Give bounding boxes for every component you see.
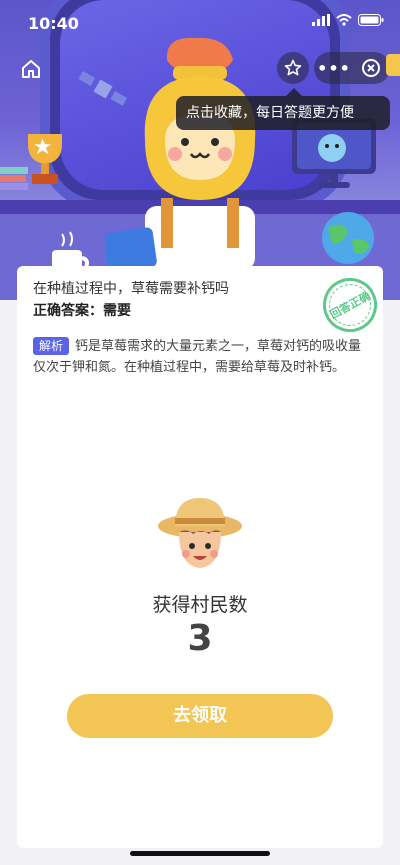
- signal-icon: [312, 14, 330, 26]
- question-text: 在种植过程中，草莓需要补钙吗: [33, 281, 229, 297]
- status-icons: [312, 14, 384, 26]
- home-indicator: [130, 851, 270, 856]
- favorite-tooltip: 点击收藏，每日答题更方便: [176, 88, 390, 130]
- wifi-icon: [336, 14, 352, 26]
- explanation: 解析 钙是草莓需求的大量元素之一，草莓对钙的吸收量仅次于钾和氮。在种植过程中，需要…: [33, 336, 373, 378]
- more-button[interactable]: •••: [314, 52, 354, 84]
- stamp-ring: [321, 276, 379, 334]
- explanation-text: 钙是草莓需求的大量元素之一，草莓对钙的吸收量仅次于钾和氮。在种植过程中，需要给草…: [33, 339, 362, 375]
- correct-answer: 正确答案：需要: [33, 300, 131, 320]
- mascot-illustration: [105, 37, 256, 270]
- reward-count: 3: [187, 618, 213, 659]
- home-icon: [22, 60, 40, 78]
- reward-label: 获得村民数: [152, 594, 248, 616]
- claim-button[interactable]: 去领取: [67, 694, 333, 738]
- status-time: 10:40: [28, 14, 79, 33]
- globe-icon: [322, 212, 374, 264]
- side-tab[interactable]: [386, 54, 400, 76]
- favorite-button[interactable]: [277, 52, 309, 84]
- books-icon: [0, 167, 28, 190]
- status-bar: 10:40: [0, 0, 400, 46]
- close-icon: [362, 59, 380, 77]
- explain-tag: 解析: [33, 337, 70, 355]
- correct-stamp: 回答正确: [313, 268, 387, 342]
- home-button[interactable]: [14, 52, 48, 86]
- star-icon: [284, 59, 302, 76]
- answer-value: 需要: [103, 303, 131, 319]
- mini-program-capsule: •••: [314, 52, 390, 84]
- close-button[interactable]: [354, 52, 388, 84]
- battery-icon: [358, 14, 384, 26]
- result-card: 在种植过程中，草莓需要补钙吗 正确答案：需要 回答正确 解析 钙是草莓需求的大量元…: [17, 266, 387, 848]
- answer-prefix: 正确答案：: [33, 303, 103, 319]
- villager-avatar-icon: [158, 498, 242, 568]
